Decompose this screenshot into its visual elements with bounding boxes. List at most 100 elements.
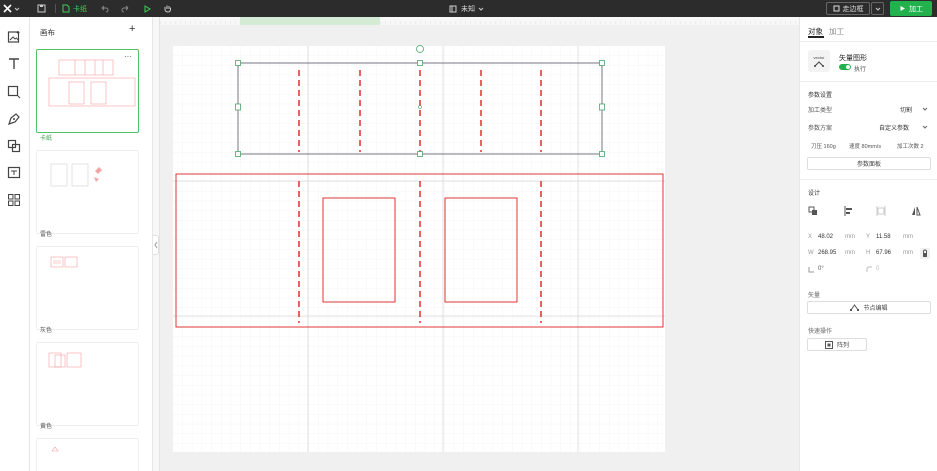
- vector-icon: [814, 60, 824, 67]
- lock-icon: [923, 249, 927, 257]
- arrange-icon[interactable]: [808, 206, 818, 216]
- canvas-thumb-preview: [48, 59, 136, 107]
- thumb-label: 雷色: [40, 232, 53, 238]
- ruler-selection-highlight: [240, 17, 380, 25]
- canvas-thumb-preview: [48, 352, 82, 368]
- play-icon: [900, 6, 905, 11]
- y-unit: mm: [903, 234, 913, 240]
- properties-panel: 对象 加工 vector 矢量图形 执行 参数设置 加工类型 切割 参数方案 自…: [799, 17, 937, 471]
- rotate-handle-icon[interactable]: [416, 45, 424, 53]
- scheme-select[interactable]: 自定义参数: [879, 123, 909, 132]
- canvas-thumb-5[interactable]: [36, 438, 139, 471]
- w-label: W: [808, 250, 814, 256]
- image-icon[interactable]: [7, 30, 21, 44]
- canvas-area[interactable]: [160, 17, 799, 471]
- frame-trace-button[interactable]: 走边框: [826, 2, 870, 15]
- x-input[interactable]: 48.02: [818, 234, 833, 240]
- frame-options-dropdown[interactable]: [871, 2, 884, 15]
- chevron-down-icon: [478, 7, 484, 11]
- y-input[interactable]: 11.58: [876, 234, 891, 240]
- quick-actions-title: 快速操作: [808, 329, 833, 335]
- vector-section-title: 矢量: [808, 293, 821, 299]
- w-unit: mm: [845, 250, 855, 256]
- rotation-input[interactable]: 0°: [818, 266, 824, 272]
- redo-button[interactable]: [121, 0, 130, 17]
- tool-rail: [0, 17, 30, 471]
- rotation-icon: [808, 267, 814, 273]
- chevron-down-icon: [875, 7, 880, 11]
- undo-button[interactable]: [100, 0, 109, 17]
- file-icon: [62, 4, 70, 13]
- project-name: 卡纸: [73, 5, 87, 13]
- panel-title: 画布: [40, 28, 55, 37]
- x-unit: mm: [845, 234, 855, 240]
- add-canvas-button[interactable]: +: [129, 23, 135, 35]
- execute-toggle[interactable]: [839, 64, 851, 70]
- object-title: 矢量图形: [839, 55, 867, 62]
- scheme-label: 参数方案: [808, 126, 833, 132]
- node-edit-button[interactable]: 节点编辑: [807, 301, 931, 314]
- hand-icon: [164, 5, 171, 13]
- design-section-title: 设计: [808, 191, 821, 197]
- array-button[interactable]: 阵列: [807, 338, 867, 351]
- thumb-label: 黄色: [40, 424, 53, 430]
- params-panel-label: 参数面板: [856, 162, 881, 168]
- thumb-label: 灰色: [40, 328, 53, 334]
- flip-icon[interactable]: [911, 206, 921, 216]
- apps-icon[interactable]: [7, 193, 21, 207]
- object-thumbnail: vector: [808, 50, 830, 72]
- canvas-thumb-preview: [51, 446, 59, 452]
- template-icon[interactable]: [7, 166, 21, 180]
- params-section-title: 参数设置: [808, 93, 833, 99]
- boolean-icon[interactable]: [7, 139, 21, 153]
- frame-icon: [833, 5, 839, 12]
- text-icon[interactable]: [7, 57, 21, 71]
- document-title[interactable]: 未知: [449, 0, 484, 17]
- params-panel-button[interactable]: 参数面板: [807, 157, 931, 170]
- canvas-thumb-1[interactable]: ···: [36, 49, 139, 133]
- canvas-list-panel: 画布 + ··· 卡纸 雷色 灰色 黄色: [30, 17, 153, 471]
- w-input[interactable]: 268.95: [818, 250, 836, 256]
- top-bar: 卡纸 未知 走边框 加工: [0, 0, 937, 17]
- chevron-left-icon: [154, 241, 158, 249]
- project-tab[interactable]: 卡纸: [62, 0, 87, 17]
- canvas-thumb-preview: [50, 163, 102, 187]
- vertical-ruler: [153, 17, 160, 471]
- canvas-thumb-3[interactable]: [36, 246, 139, 330]
- h-input[interactable]: 67.96: [876, 250, 891, 256]
- array-label: 阵列: [836, 343, 849, 349]
- distribute-icon[interactable]: [876, 206, 886, 216]
- h-label: H: [866, 250, 871, 256]
- corner-radius-input[interactable]: 0: [876, 266, 879, 272]
- y-label: Y: [866, 234, 871, 240]
- thumb-label: 卡纸: [40, 136, 53, 142]
- chevron-down-icon: [922, 125, 928, 129]
- mode-select[interactable]: 切割: [900, 105, 912, 114]
- redo-icon: [121, 5, 129, 13]
- pan-tool-button[interactable]: [163, 0, 172, 17]
- save-button[interactable]: [37, 0, 46, 17]
- process-label: 加工: [909, 5, 923, 13]
- speed-value: 速度 80mm/s: [849, 144, 882, 150]
- lock-ratio-button[interactable]: [920, 248, 930, 259]
- undo-icon: [101, 5, 109, 13]
- document-icon: [449, 5, 457, 12]
- thumb-more-button[interactable]: ···: [124, 52, 132, 61]
- run-preview-button[interactable]: [143, 0, 151, 17]
- play-icon: [144, 4, 151, 13]
- save-icon: [37, 4, 46, 13]
- h-unit: mm: [903, 250, 913, 256]
- shape-icon[interactable]: [7, 85, 21, 99]
- canvas-thumb-4[interactable]: [36, 342, 139, 426]
- app-menu[interactable]: [3, 0, 20, 17]
- canvas-thumb-2[interactable]: [36, 150, 139, 234]
- canvas-thumb-preview: [50, 256, 78, 268]
- align-left-icon[interactable]: [844, 206, 854, 216]
- pen-icon[interactable]: [7, 112, 21, 126]
- process-button[interactable]: 加工: [890, 1, 932, 16]
- design-canvas[interactable]: [160, 17, 799, 471]
- collapse-panel-handle[interactable]: [153, 235, 159, 255]
- execute-toggle-label: 执行: [854, 67, 867, 73]
- tab-process[interactable]: 加工: [829, 26, 844, 37]
- pressure-value: 刀压 160g: [811, 144, 836, 150]
